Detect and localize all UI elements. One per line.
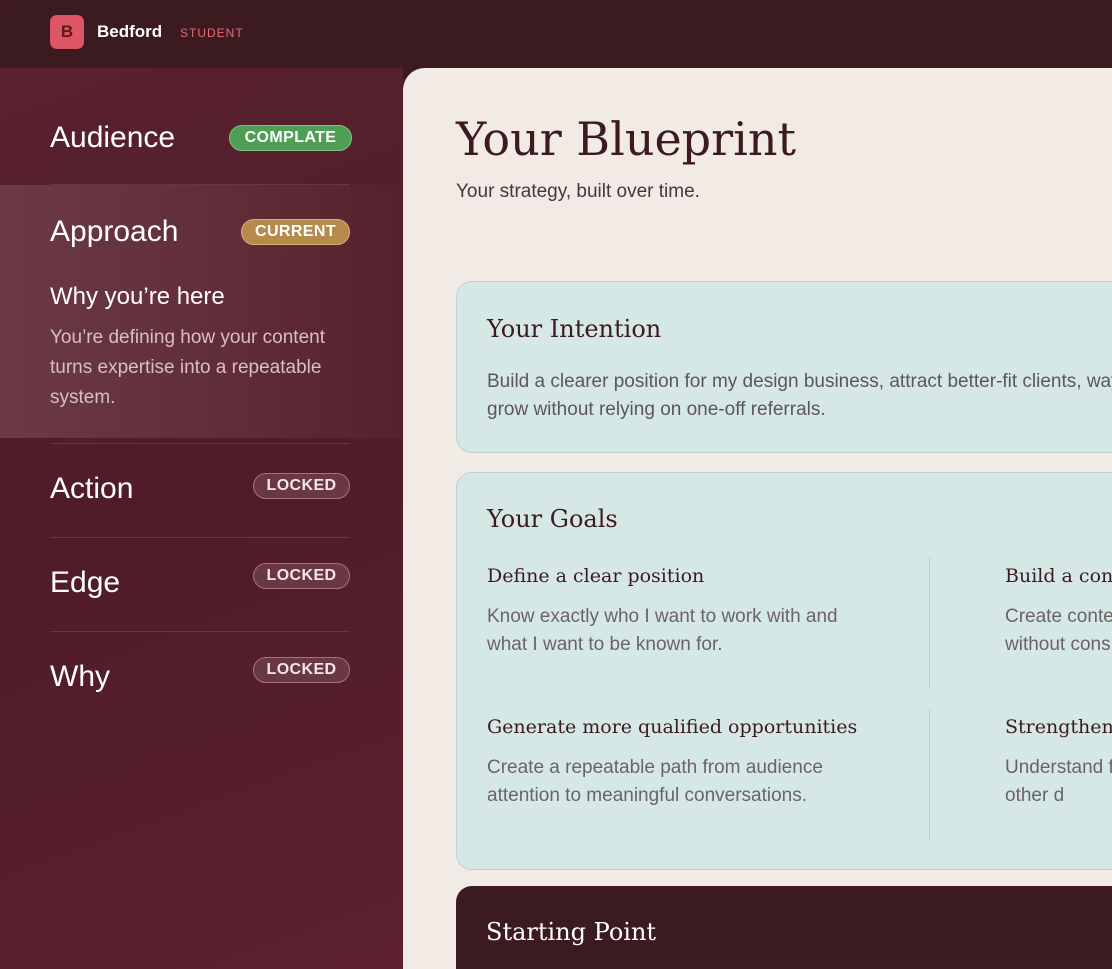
goal-description: Know exactly who I want to work with and… [487, 606, 838, 655]
sidebar-item-label: Audience [50, 121, 176, 154]
intention-title: Your Intention [487, 315, 662, 343]
goal-divider [929, 558, 930, 688]
starting-point-title: Starting Point [486, 918, 657, 946]
goal-description: Create a repeatable path from audience a… [487, 757, 823, 806]
goal-title: Define a clear position [487, 565, 705, 587]
main-content: Your Blueprint Your strategy, built over… [403, 68, 1112, 969]
intention-body: Build a clearer position for my design b… [487, 371, 1112, 420]
top-bar: B Bedford STUDENT [0, 0, 1112, 68]
sidebar: Audience COMPLATE Approach CURRENT Why y… [0, 68, 403, 969]
status-badge-locked: LOCKED [253, 563, 350, 589]
why-here-description: You’re defining how your content turns e… [50, 327, 325, 408]
sidebar-item-why[interactable]: Why LOCKED [0, 632, 403, 725]
brand-logo[interactable]: B [50, 15, 84, 49]
intention-card: Your Intention Build a clearer position … [456, 281, 1112, 453]
page-subtitle: Your strategy, built over time. [456, 181, 700, 202]
page-title: Your Blueprint [456, 112, 796, 166]
sidebar-item-edge[interactable]: Edge LOCKED [0, 538, 403, 631]
status-badge-current: CURRENT [241, 219, 350, 245]
sidebar-item-label: Action [50, 472, 134, 505]
sidebar-item-action[interactable]: Action LOCKED [0, 444, 403, 537]
why-here-title: Why you’re here [50, 283, 225, 310]
goals-title: Your Goals [487, 505, 618, 533]
sidebar-item-approach[interactable]: Approach CURRENT [0, 185, 403, 285]
status-badge-locked: LOCKED [253, 657, 350, 683]
sidebar-item-label: Edge [50, 566, 121, 599]
sidebar-item-label: Why [50, 660, 110, 693]
goal-title: Generate more qualified opportunities [487, 716, 858, 738]
goal-description: Create conte without cons [1005, 606, 1112, 655]
goal-title: Build a cons [1005, 565, 1112, 587]
status-badge-locked: LOCKED [253, 473, 350, 499]
sidebar-item-audience[interactable]: Audience COMPLATE [0, 68, 403, 185]
user-role-label: STUDENT [180, 26, 244, 40]
starting-point-card: Starting Point [456, 886, 1112, 969]
goal-title: Strengthen [1005, 716, 1112, 738]
status-badge-complete: COMPLATE [229, 125, 352, 151]
goal-divider [929, 710, 930, 840]
goals-card: Your Goals Define a clear position Know … [456, 472, 1112, 870]
goal-description: Understand from other d [1005, 757, 1112, 806]
brand-name: Bedford [97, 22, 163, 41]
sidebar-item-label: Approach [50, 215, 179, 248]
